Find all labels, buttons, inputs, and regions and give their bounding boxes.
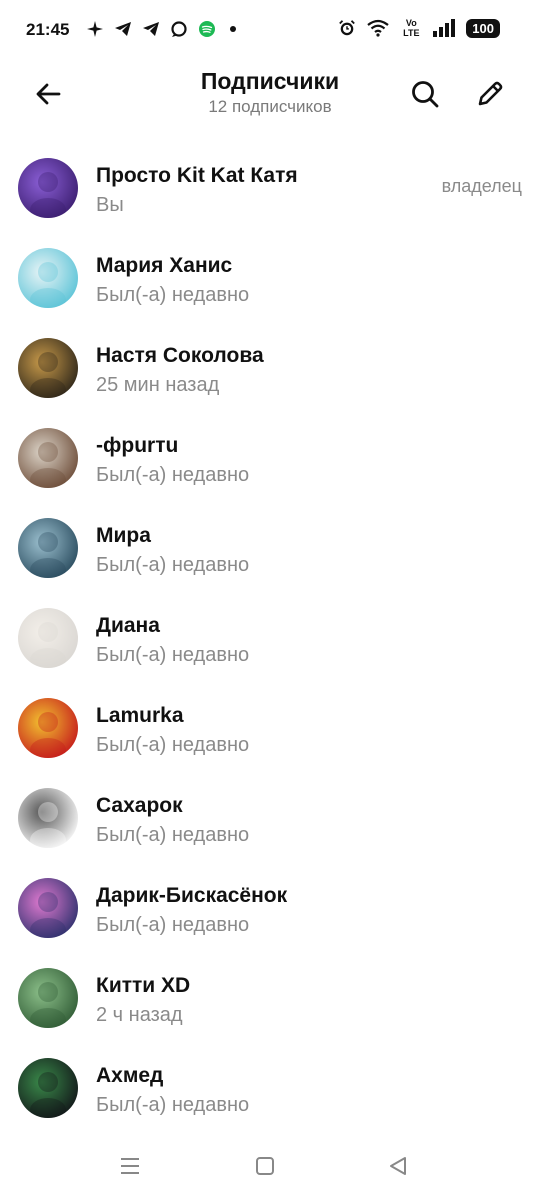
subscriber-row[interactable]: Дарик-Бискасёнок Был(-а) недавно [0,862,540,952]
role-label: владелец [441,176,522,196]
subscriber-name: Сахарок [96,794,183,817]
app-header: Подписчики 12 подписчиков [0,62,540,126]
subscriber-row[interactable]: -фpurтu Был(-а) недавно [0,412,540,502]
home-button[interactable] [245,1148,285,1184]
avatar [18,158,78,218]
edit-button[interactable] [470,74,510,114]
subscriber-status: 2 ч назад [96,1004,183,1026]
spotify-icon [198,20,216,38]
status-time: 21:45 [26,20,70,39]
subscriber-name: Просто Kit Kat Катя [96,164,298,187]
back-nav-button[interactable] [378,1148,418,1184]
subscriber-name: Диана [96,614,160,637]
telegram-icon [142,20,160,38]
subscriber-row[interactable]: Сахарок Был(-а) недавно [0,772,540,862]
wifi-icon [366,19,390,37]
subscriber-name: Мира [96,524,151,547]
subscriber-status: 25 мин назад [96,374,220,396]
subscriber-row[interactable]: Мария Ханис Был(-а) недавно [0,232,540,322]
system-icons: Vo LTE 100 [338,18,500,38]
subscriber-count: 12 подписчиков [208,97,332,116]
subscriber-status: Был(-а) недавно [96,284,250,306]
notification-icons [86,20,236,38]
avatar [18,968,78,1028]
search-button[interactable] [405,74,445,114]
subscriber-name: Мария Ханис [96,254,233,277]
system-navigation-bar [0,1134,540,1200]
signal-icon [432,19,456,37]
subscriber-name: Китти XD [96,974,191,997]
subscriber-status: Был(-а) недавно [96,734,250,756]
avatar [18,1058,78,1118]
avatar [18,518,78,578]
subscriber-status: Был(-а) недавно [96,824,250,846]
avatar [18,338,78,398]
subscriber-status: Был(-а) недавно [96,914,250,936]
subscriber-row[interactable]: Диана Был(-а) недавно [0,592,540,682]
subscriber-status: Был(-а) недавно [96,464,250,486]
triangle-back-icon [390,1157,406,1175]
back-button[interactable] [28,74,68,114]
square-icon [256,1157,274,1175]
subscriber-row[interactable]: Китти XD 2 ч назад [0,952,540,1042]
subscriber-name: Дарик-Бискасёнок [96,884,288,907]
avatar [18,608,78,668]
subscriber-name: -фpurтu [96,434,179,457]
subscriber-name: Настя Соколова [96,344,264,367]
telegram-icon [114,20,132,38]
volte-label: Vo LTE [403,18,420,38]
subscriber-status: Был(-а) недавно [96,644,250,666]
pencil-icon [478,81,503,106]
subscriber-name: Lamurka [96,704,184,727]
subscriber-status: Был(-а) недавно [96,1094,250,1116]
sparkle-icon [86,20,104,38]
subscriber-row[interactable]: Настя Соколова 25 мин назад [0,322,540,412]
subscriber-list: Просто Kit Kat Катя Вы владелец Мария Ханис… [0,142,540,1132]
chat-bubble-icon [170,20,188,38]
status-bar: 21:45 Vo LTE 100 [0,0,540,62]
header-title-block: Подписчики 12 подписчиков [160,66,380,118]
search-icon [412,81,439,108]
subscriber-row[interactable]: Lamurka Был(-а) недавно [0,682,540,772]
subscriber-status: Был(-а) недавно [96,554,250,576]
avatar [18,428,78,488]
avatar [18,878,78,938]
battery-indicator: 100 [466,18,500,38]
menu-lines-icon [121,1158,139,1174]
avatar [18,788,78,848]
subscriber-row[interactable]: Мира Был(-а) недавно [0,502,540,592]
subscriber-row[interactable]: Просто Kit Kat Катя Вы владелец [0,142,540,232]
subscriber-name: Ахмед [96,1064,164,1087]
alarm-icon [338,19,356,37]
recent-apps-button[interactable] [110,1148,150,1184]
subscriber-status: Вы [96,194,124,216]
avatar [18,248,78,308]
more-notifications-dot [230,26,236,32]
avatar [18,698,78,758]
page-title: Подписчики [200,68,340,94]
subscriber-row[interactable]: Ахмед Был(-а) недавно [0,1042,540,1132]
arrow-left-icon [36,83,61,105]
